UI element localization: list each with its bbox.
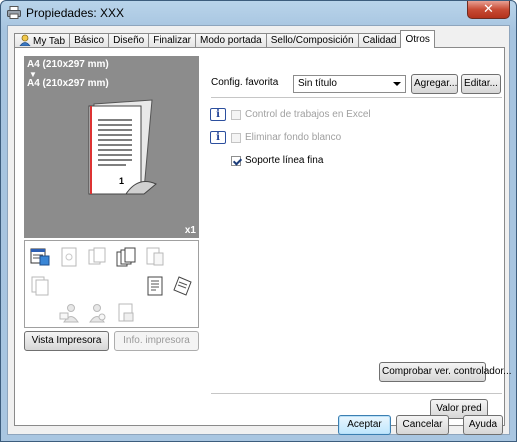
user-auth-icon: [59, 304, 79, 323]
title-bar[interactable]: Propiedades: XXX ✕: [1, 1, 516, 25]
page-insert-icon: [146, 247, 164, 266]
copies-count: x1: [184, 225, 196, 236]
favorites-select[interactable]: Sin título: [293, 75, 406, 93]
watermark-icon: [61, 247, 77, 267]
tab-sello-composicion[interactable]: Sello/Composición: [265, 33, 359, 48]
original-paper-size: A4 (210x297 mm): [27, 59, 109, 70]
info-icon[interactable]: i: [210, 131, 226, 144]
window-title: Propiedades: XXX: [26, 6, 125, 20]
stack-pages-icon: [116, 247, 136, 267]
copy-pages-icon: [88, 247, 106, 265]
layout-view-icon[interactable]: [30, 247, 50, 267]
thin-line-support-label: Soporte línea fina: [245, 155, 324, 166]
tab-calidad[interactable]: Calidad: [357, 33, 402, 48]
add-favorite-button[interactable]: Agregar...: [411, 74, 458, 94]
printer-icon: [7, 6, 21, 19]
function-icon-panel: [24, 240, 199, 328]
separator: [211, 97, 502, 98]
booklet-icon: [147, 276, 163, 296]
check-driver-version-button[interactable]: Comprobar ver. controlador...: [379, 362, 512, 382]
cancel-button[interactable]: Cancelar: [396, 415, 449, 435]
printer-view-button[interactable]: Vista Impresora: [24, 331, 109, 351]
page-number: 1: [119, 176, 125, 186]
tab-panel-otros: A4 (210x297 mm) ▼ A4 (210x297 mm) 1 x1 V…: [14, 47, 512, 426]
excel-job-control-label: Control de trabajos en Excel: [245, 109, 371, 120]
tab-strip: My Tab Básico Diseño Finalizar Modo port…: [14, 30, 435, 48]
duplex-icon: [31, 276, 49, 296]
tab-basico[interactable]: Básico: [69, 33, 110, 48]
tab-finalizar[interactable]: Finalizar: [148, 33, 197, 48]
thin-line-support-checkbox[interactable]: [231, 156, 241, 166]
favorites-selected-value: Sin título: [298, 78, 337, 89]
output-paper-size: A4 (210x297 mm): [27, 78, 109, 89]
user-icon: [19, 34, 31, 46]
excel-job-control-checkbox[interactable]: [231, 110, 241, 120]
dialog-body: My Tab Básico Diseño Finalizar Modo port…: [7, 25, 512, 435]
close-button[interactable]: ✕: [467, 1, 510, 19]
rotate-page-icon: [173, 276, 192, 296]
chevron-down-icon: [393, 82, 401, 86]
account-track-icon: [89, 304, 106, 323]
edit-favorite-button[interactable]: Editar...: [461, 74, 501, 94]
favorites-label: Config. favorita: [211, 77, 279, 88]
tab-otros[interactable]: Otros: [400, 30, 435, 48]
tab-my-tab[interactable]: My Tab: [14, 33, 71, 48]
remove-white-bg-label: Eliminar fondo blanco: [245, 132, 342, 143]
info-icon[interactable]: i: [210, 108, 226, 121]
remove-white-bg-checkbox[interactable]: [231, 133, 241, 143]
separator: [211, 393, 502, 394]
help-button[interactable]: Ayuda: [463, 415, 503, 435]
dialog-window: Propiedades: XXX ✕ My Tab Básico Diseño …: [0, 0, 517, 442]
tab-modo-portada[interactable]: Modo portada: [195, 33, 267, 48]
secure-print-icon: [118, 303, 134, 322]
tab-label: My Tab: [33, 36, 66, 47]
ok-button[interactable]: Aceptar: [338, 415, 391, 435]
tab-diseno[interactable]: Diseño: [108, 33, 150, 48]
printer-info-button[interactable]: Info. impresora: [114, 331, 199, 351]
page-preview: A4 (210x297 mm) ▼ A4 (210x297 mm) 1 x1: [24, 56, 199, 238]
